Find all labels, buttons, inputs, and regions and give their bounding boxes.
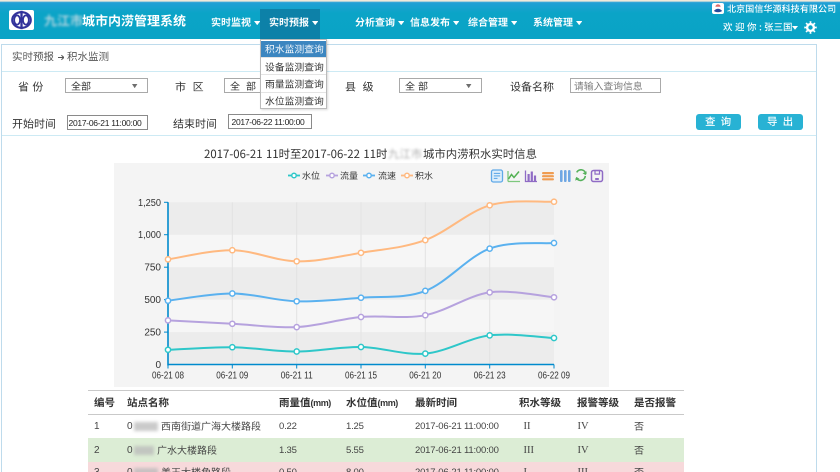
svg-text:06-21 20: 06-21 20 — [409, 371, 441, 382]
svg-text:250: 250 — [144, 328, 161, 339]
svg-text:06-21 15: 06-21 15 — [345, 371, 377, 382]
svg-text:1,000: 1,000 — [138, 230, 161, 241]
svg-text:06-21 23: 06-21 23 — [474, 371, 506, 382]
svg-text:06-21 08: 06-21 08 — [152, 371, 184, 382]
svg-text:06-22 09: 06-22 09 — [538, 371, 570, 382]
svg-text:750: 750 — [144, 263, 161, 274]
svg-text:06-21 11: 06-21 11 — [281, 371, 313, 382]
svg-text:0: 0 — [155, 360, 161, 371]
svg-text:06-21 09: 06-21 09 — [216, 371, 248, 382]
svg-text:500: 500 — [144, 295, 161, 306]
svg-text:1,250: 1,250 — [138, 198, 161, 209]
